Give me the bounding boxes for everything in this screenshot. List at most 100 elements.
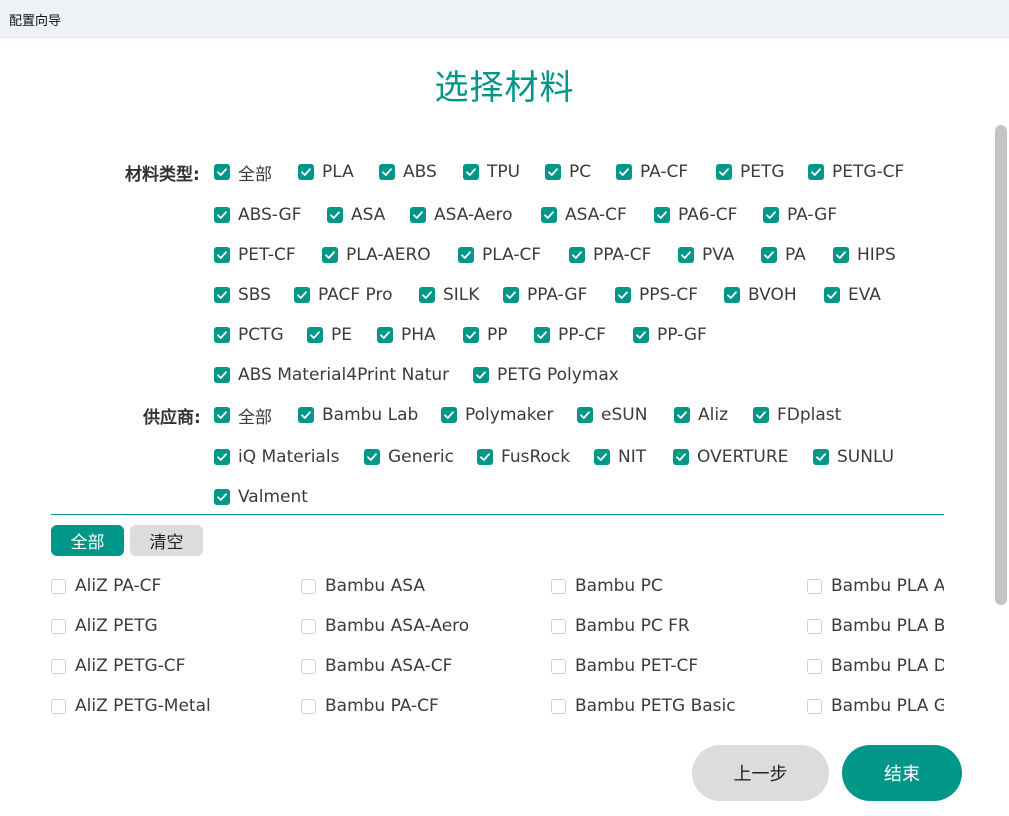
material-type-checkbox[interactable]: PA6-CF — [654, 203, 737, 227]
material-type-checkbox[interactable]: PPA-CF — [569, 243, 651, 267]
checkbox-unchecked-icon — [301, 618, 316, 634]
material-type-checkbox[interactable]: 全部 — [214, 160, 272, 185]
checkbox-unchecked-icon — [51, 658, 66, 674]
material-type-checkbox[interactable]: PA — [761, 243, 806, 267]
checkbox-checked-icon — [716, 164, 732, 180]
material-list-item[interactable]: Bambu ASA-Aero — [301, 614, 469, 638]
clear-button[interactable]: 清空 — [130, 525, 203, 556]
checkbox-unchecked-icon — [551, 618, 566, 634]
material-list-item[interactable]: AliZ PETG — [51, 614, 158, 638]
vendor-checkbox[interactable]: Generic — [364, 445, 454, 469]
checkbox-checked-icon — [534, 327, 550, 343]
material-name: Bambu ASA-Aero — [325, 616, 470, 636]
material-type-label: PP-CF — [558, 325, 606, 345]
material-type-checkbox[interactable]: PET-CF — [214, 243, 296, 267]
previous-button[interactable]: 上一步 — [692, 745, 829, 801]
vendor-label: FDplast — [777, 405, 842, 425]
material-type-checkbox[interactable]: PE — [307, 323, 352, 347]
material-type-label: PPA-CF — [593, 245, 652, 265]
checkbox-checked-icon — [298, 407, 314, 423]
vendor-checkbox[interactable]: SUNLU — [813, 445, 894, 469]
material-type-checkbox[interactable]: PP-GF — [633, 323, 707, 347]
material-type-checkbox[interactable]: ASA-CF — [541, 203, 627, 227]
material-type-checkbox[interactable]: PLA-CF — [458, 243, 541, 267]
vendor-checkbox[interactable]: OVERTURE — [673, 445, 788, 469]
vendor-checkbox[interactable]: NIT — [594, 445, 646, 469]
checkbox-unchecked-icon — [301, 698, 316, 714]
material-type-label: PA — [785, 245, 806, 265]
checkbox-checked-icon — [577, 407, 593, 423]
checkbox-unchecked-icon — [551, 578, 566, 594]
vendor-checkbox[interactable]: iQ Materials — [214, 445, 339, 469]
material-type-label: 全部 — [238, 164, 272, 185]
material-type-label: PVA — [702, 245, 735, 265]
checkbox-checked-icon — [214, 247, 230, 263]
material-type-checkbox[interactable]: PLA — [298, 160, 354, 184]
vendor-label: SUNLU — [837, 447, 895, 467]
material-type-checkbox[interactable]: ABS-GF — [214, 203, 302, 227]
material-type-checkbox[interactable]: PP-CF — [534, 323, 606, 347]
material-list-item[interactable]: Bambu ASA — [301, 574, 425, 598]
material-type-checkbox[interactable]: PVA — [678, 243, 734, 267]
material-type-checkbox[interactable]: PETG Polymax — [473, 363, 619, 387]
material-list-item[interactable]: AliZ PA-CF — [51, 574, 161, 598]
material-list-item[interactable]: AliZ PETG-CF — [51, 654, 185, 678]
checkbox-checked-icon — [763, 207, 779, 223]
material-type-label: PE — [331, 325, 352, 345]
vendor-checkbox[interactable]: Polymaker — [441, 403, 554, 427]
material-type-checkbox[interactable]: PA-GF — [763, 203, 837, 227]
material-type-checkbox[interactable]: BVOH — [724, 283, 797, 307]
material-type-checkbox[interactable]: ABS — [379, 160, 437, 184]
material-type-checkbox[interactable]: PP — [463, 323, 508, 347]
material-list-item[interactable]: Bambu PLA A — [807, 574, 944, 598]
material-type-checkbox[interactable]: PACF Pro — [294, 283, 393, 307]
vendor-checkbox[interactable]: Valment — [214, 485, 308, 509]
material-type-checkbox[interactable]: ASA — [327, 203, 385, 227]
material-list-item[interactable]: Bambu ASA-CF — [301, 654, 452, 678]
vendor-label: Valment — [238, 487, 308, 507]
material-type-checkbox[interactable]: PLA-AERO — [322, 243, 431, 267]
vendor-checkbox[interactable]: FDplast — [753, 403, 841, 427]
material-type-checkbox[interactable]: TPU — [463, 160, 520, 184]
vendor-checkbox[interactable]: 全部 — [214, 403, 272, 428]
material-type-label: ABS-GF — [238, 205, 302, 225]
checkbox-checked-icon — [616, 164, 632, 180]
material-type-label: PC — [569, 162, 592, 182]
material-list-item[interactable]: Bambu PET-CF — [551, 654, 698, 678]
material-type-checkbox[interactable]: EVA — [824, 283, 881, 307]
material-type-checkbox[interactable]: PC — [545, 160, 591, 184]
material-type-checkbox[interactable]: PHA — [377, 323, 436, 347]
checkbox-checked-icon — [678, 247, 694, 263]
material-list-item[interactable]: Bambu PA-CF — [301, 694, 439, 718]
vendor-checkbox[interactable]: Bambu Lab — [298, 403, 418, 427]
material-type-checkbox[interactable]: SBS — [214, 283, 271, 307]
material-type-checkbox[interactable]: HIPS — [833, 243, 896, 267]
checkbox-checked-icon — [654, 207, 670, 223]
material-list-item[interactable]: Bambu PLA G — [807, 694, 944, 718]
material-type-label: PPS-CF — [639, 285, 699, 305]
finish-button[interactable]: 结束 — [842, 745, 962, 801]
material-type-checkbox[interactable]: PPS-CF — [615, 283, 698, 307]
material-type-label: PA-GF — [787, 205, 838, 225]
vendor-checkbox[interactable]: FusRock — [477, 445, 570, 469]
material-type-checkbox[interactable]: SILK — [419, 283, 479, 307]
material-type-checkbox[interactable]: PETG — [716, 160, 785, 184]
material-type-checkbox[interactable]: PCTG — [214, 323, 284, 347]
material-type-checkbox[interactable]: ASA-Aero — [410, 203, 513, 227]
checkbox-checked-icon — [761, 247, 777, 263]
material-type-checkbox[interactable]: ABS Material4Print Natur — [214, 363, 449, 387]
material-list-item[interactable]: Bambu PETG Basic — [551, 694, 736, 718]
vendor-checkbox[interactable]: eSUN — [577, 403, 647, 427]
material-list-item[interactable]: Bambu PLA D — [807, 654, 944, 678]
material-list-item[interactable]: Bambu PC — [551, 574, 663, 598]
material-type-checkbox[interactable]: PETG-CF — [808, 160, 904, 184]
vendor-checkbox[interactable]: Aliz — [674, 403, 728, 427]
select-all-button[interactable]: 全部 — [51, 525, 124, 556]
scrollbar-thumb[interactable] — [995, 125, 1007, 605]
material-list-item[interactable]: AliZ PETG-Metal — [51, 694, 211, 718]
material-list-item[interactable]: Bambu PLA B — [807, 614, 944, 638]
material-type-checkbox[interactable]: PA-CF — [616, 160, 688, 184]
material-list-item[interactable]: Bambu PC FR — [551, 614, 690, 638]
checkbox-checked-icon — [458, 247, 474, 263]
material-type-checkbox[interactable]: PPA-GF — [503, 283, 587, 307]
